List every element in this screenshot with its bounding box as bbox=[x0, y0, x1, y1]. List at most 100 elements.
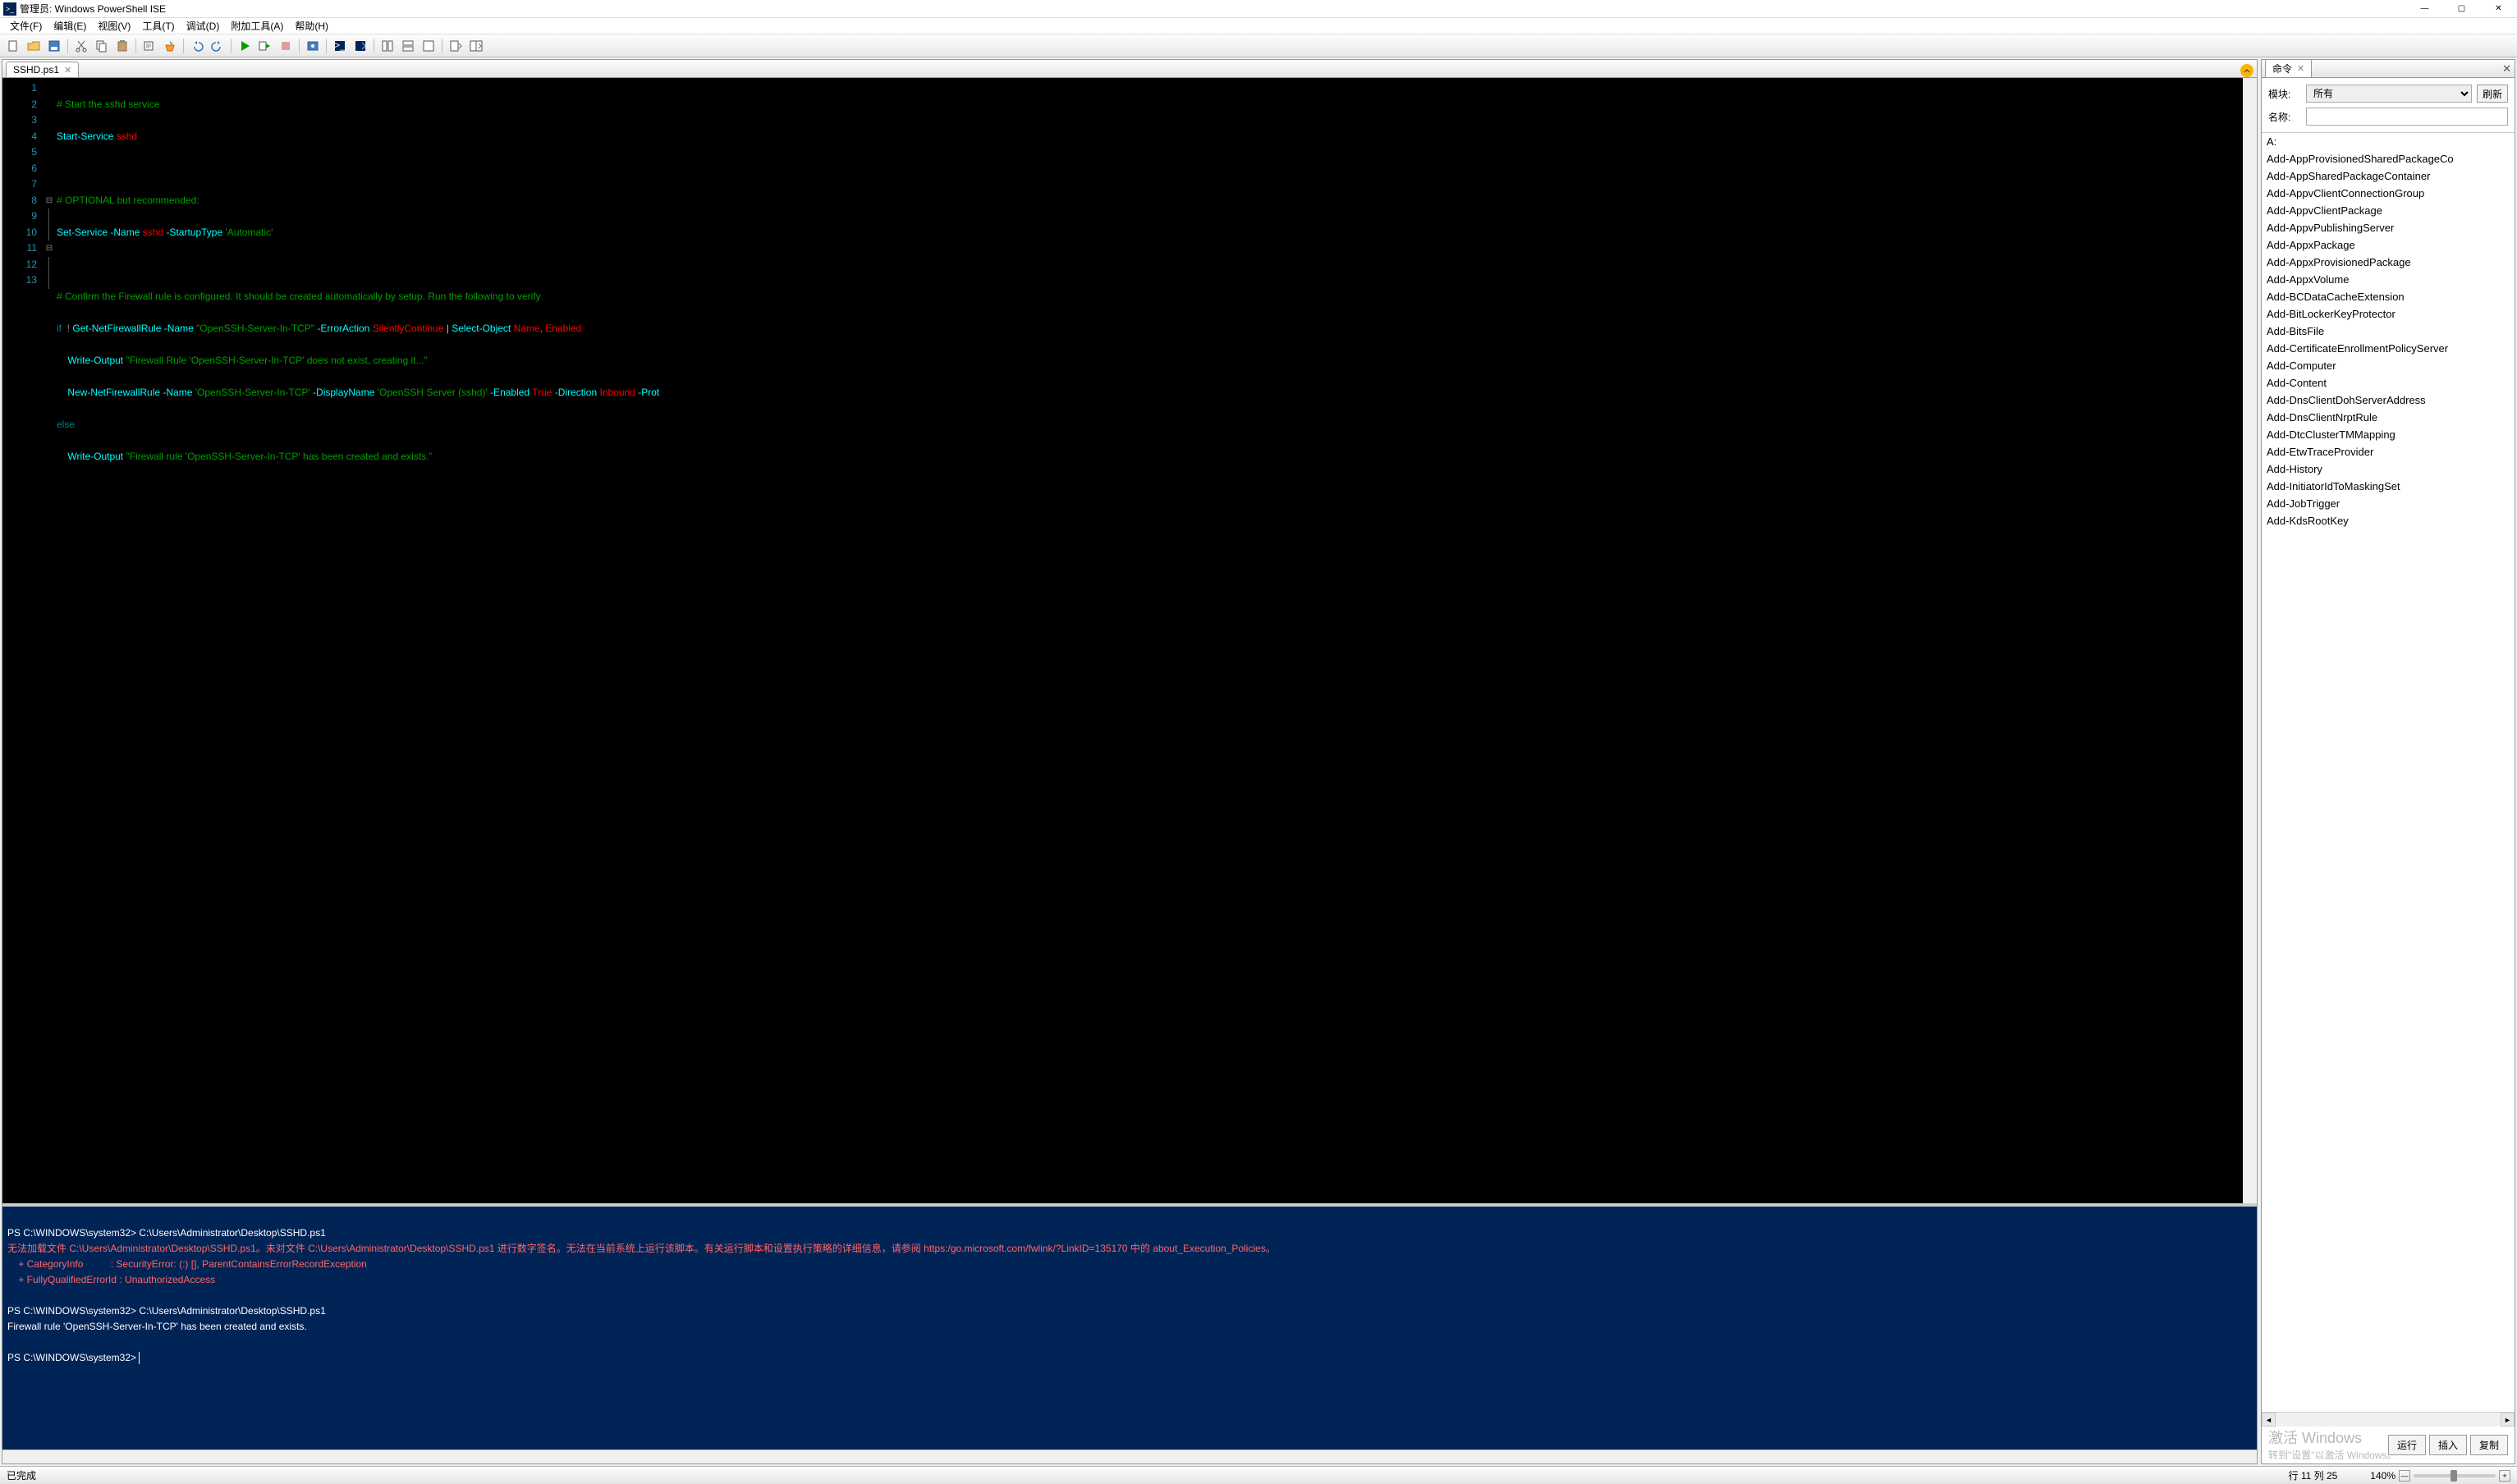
collapse-script-icon[interactable] bbox=[2240, 64, 2253, 77]
status-bar: 已完成 行 11 列 25 140% — + bbox=[0, 1466, 2517, 1484]
list-item[interactable]: Add-Computer bbox=[2262, 357, 2515, 374]
minimize-button[interactable]: — bbox=[2406, 0, 2443, 18]
separator bbox=[231, 39, 232, 53]
zoom-out-icon[interactable]: — bbox=[2399, 1470, 2410, 1482]
tab-label: 命令 bbox=[2272, 62, 2292, 76]
line-number-gutter: 1 2 3 4 5 6 7 8 9 10 11 12 13 bbox=[2, 78, 44, 1203]
list-item[interactable]: Add-BitLockerKeyProtector bbox=[2262, 305, 2515, 323]
list-item[interactable]: Add-EtwTraceProvider bbox=[2262, 443, 2515, 460]
commands-panel: 命令 ✕ ✕ 模块: 所有 刷新 名称: A:Add-AppProvisione… bbox=[2261, 59, 2515, 1464]
toolbar: >_ bbox=[0, 34, 2517, 57]
menu-help[interactable]: 帮助(H) bbox=[290, 17, 333, 34]
name-label: 名称: bbox=[2268, 110, 2301, 124]
list-item[interactable]: Add-CertificateEnrollmentPolicyServer bbox=[2262, 340, 2515, 357]
window-controls: — ▢ ✕ bbox=[2406, 0, 2517, 18]
module-select[interactable]: 所有 bbox=[2306, 85, 2472, 103]
list-item[interactable]: Add-AppvPublishingServer bbox=[2262, 219, 2515, 236]
menu-bar: 文件(F) 编辑(E) 视图(V) 工具(T) 调试(D) 附加工具(A) 帮助… bbox=[0, 18, 2517, 34]
menu-view[interactable]: 视图(V) bbox=[93, 17, 135, 34]
console-pane[interactable]: PS C:\WINDOWS\system32> C:\Users\Adminis… bbox=[2, 1203, 2257, 1450]
script-editor[interactable]: 1 2 3 4 5 6 7 8 9 10 11 12 13 ⊟ ⊟ bbox=[2, 78, 2257, 1203]
zoom-slider[interactable] bbox=[2414, 1474, 2496, 1477]
list-item[interactable]: Add-Content bbox=[2262, 374, 2515, 392]
zoom-in-icon[interactable]: + bbox=[2499, 1470, 2510, 1482]
save-icon[interactable] bbox=[44, 37, 64, 55]
undo-icon[interactable] bbox=[187, 37, 207, 55]
list-item[interactable]: Add-JobTrigger bbox=[2262, 495, 2515, 512]
copy-icon[interactable] bbox=[92, 37, 112, 55]
show-script-icon[interactable] bbox=[446, 37, 465, 55]
close-icon[interactable]: ✕ bbox=[64, 65, 71, 76]
run-button[interactable]: 运行 bbox=[2388, 1435, 2426, 1455]
new-remote-icon[interactable]: >_ bbox=[330, 37, 350, 55]
refresh-button[interactable]: 刷新 bbox=[2477, 85, 2508, 103]
cursor-position: 行 11 列 25 bbox=[2288, 1468, 2337, 1482]
commands-list[interactable]: A:Add-AppProvisionedSharedPackageCoAdd-A… bbox=[2262, 132, 2515, 1413]
list-item[interactable]: Add-DnsClientDohServerAddress bbox=[2262, 392, 2515, 409]
list-item[interactable]: Add-AppxVolume bbox=[2262, 271, 2515, 288]
close-button[interactable]: ✕ bbox=[2480, 0, 2517, 18]
list-item[interactable]: Add-AppvClientPackage bbox=[2262, 202, 2515, 219]
fold-icon[interactable]: ⊟ bbox=[44, 193, 55, 209]
menu-file[interactable]: 文件(F) bbox=[5, 17, 47, 34]
fold-icon[interactable]: ⊟ bbox=[44, 240, 55, 257]
maximize-button[interactable]: ▢ bbox=[2443, 0, 2480, 18]
separator bbox=[326, 39, 327, 53]
commands-tabs: 命令 ✕ ✕ bbox=[2262, 60, 2515, 78]
title-bar: >_ 管理员: Windows PowerShell ISE — ▢ ✕ bbox=[0, 0, 2517, 18]
list-item[interactable]: Add-AppProvisionedSharedPackageCo bbox=[2262, 150, 2515, 167]
redo-icon[interactable] bbox=[208, 37, 227, 55]
list-item[interactable]: Add-InitiatorIdToMaskingSet bbox=[2262, 478, 2515, 495]
find-icon[interactable] bbox=[140, 37, 159, 55]
stop-icon[interactable] bbox=[276, 37, 296, 55]
insert-button[interactable]: 插入 bbox=[2429, 1435, 2467, 1455]
editor-vscrollbar[interactable] bbox=[2243, 78, 2257, 1203]
paste-icon[interactable] bbox=[112, 37, 132, 55]
menu-debug[interactable]: 调试(D) bbox=[181, 17, 225, 34]
show-command-icon[interactable] bbox=[466, 37, 486, 55]
commands-filters: 模块: 所有 刷新 名称: bbox=[2262, 78, 2515, 132]
list-item[interactable]: Add-BCDataCacheExtension bbox=[2262, 288, 2515, 305]
breakpoint-icon[interactable] bbox=[303, 37, 323, 55]
list-item[interactable]: Add-KdsRootKey bbox=[2262, 512, 2515, 529]
commands-hscrollbar[interactable]: ◄► bbox=[2262, 1413, 2515, 1427]
run-selection-icon[interactable] bbox=[255, 37, 275, 55]
layout2-icon[interactable] bbox=[398, 37, 418, 55]
copy-button[interactable]: 复制 bbox=[2470, 1435, 2508, 1455]
new-icon[interactable] bbox=[3, 37, 23, 55]
list-item[interactable]: Add-AppxPackage bbox=[2262, 236, 2515, 254]
activation-watermark: 激活 Windows 转到"设置"以激活 Windows。 bbox=[2268, 1428, 2397, 1463]
name-input[interactable] bbox=[2306, 108, 2508, 126]
window-title: 管理员: Windows PowerShell ISE bbox=[20, 2, 166, 16]
code-area[interactable]: # Start the sshd service Start-Service s… bbox=[55, 78, 2243, 1203]
app-icon: >_ bbox=[3, 2, 16, 16]
menu-edit[interactable]: 编辑(E) bbox=[48, 17, 91, 34]
layout3-icon[interactable] bbox=[419, 37, 438, 55]
list-item[interactable]: A: bbox=[2262, 133, 2515, 150]
close-icon[interactable]: ✕ bbox=[2297, 63, 2304, 74]
separator bbox=[135, 39, 136, 53]
menu-addons[interactable]: 附加工具(A) bbox=[226, 17, 288, 34]
list-item[interactable]: Add-DnsClientNrptRule bbox=[2262, 409, 2515, 426]
run-icon[interactable] bbox=[235, 37, 254, 55]
list-item[interactable]: Add-BitsFile bbox=[2262, 323, 2515, 340]
editor-hscrollbar[interactable] bbox=[2, 1450, 2257, 1463]
module-label: 模块: bbox=[2268, 87, 2301, 101]
separator bbox=[299, 39, 300, 53]
tab-commands[interactable]: 命令 ✕ bbox=[2265, 59, 2312, 77]
list-item[interactable]: Add-AppvClientConnectionGroup bbox=[2262, 185, 2515, 202]
menu-tools[interactable]: 工具(T) bbox=[137, 17, 179, 34]
list-item[interactable]: Add-History bbox=[2262, 460, 2515, 478]
remote-icon[interactable] bbox=[351, 37, 370, 55]
list-item[interactable]: Add-AppSharedPackageContainer bbox=[2262, 167, 2515, 185]
list-item[interactable]: Add-AppxProvisionedPackage bbox=[2262, 254, 2515, 271]
open-icon[interactable] bbox=[24, 37, 44, 55]
file-tabs: SSHD.ps1 ✕ bbox=[2, 60, 2257, 78]
list-item[interactable]: Add-DtcClusterTMMapping bbox=[2262, 426, 2515, 443]
layout1-icon[interactable] bbox=[378, 37, 397, 55]
close-panel-icon[interactable]: ✕ bbox=[2502, 62, 2511, 76]
clear-icon[interactable] bbox=[160, 37, 180, 55]
cut-icon[interactable] bbox=[71, 37, 91, 55]
tab-sshd[interactable]: SSHD.ps1 ✕ bbox=[6, 62, 79, 77]
status-text: 已完成 bbox=[7, 1468, 36, 1482]
